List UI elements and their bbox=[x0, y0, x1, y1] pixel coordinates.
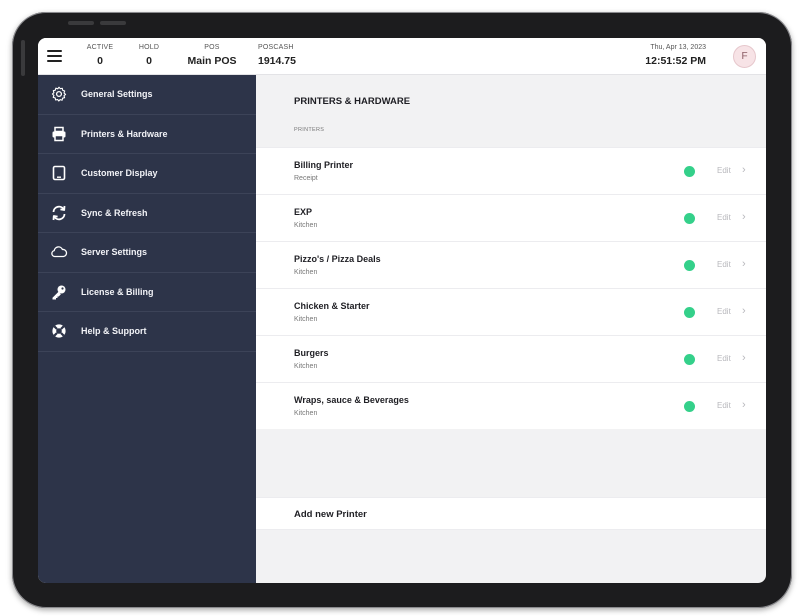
sidebar-item-help-support[interactable]: Help & Support bbox=[38, 312, 256, 352]
device-button bbox=[21, 40, 25, 76]
printer-row[interactable]: Billing Printer Receipt Edit › bbox=[256, 147, 766, 194]
printer-name: Chicken & Starter bbox=[294, 301, 370, 311]
sidebar-item-label: General Settings bbox=[81, 89, 153, 100]
stat-label: ACTIVE bbox=[86, 44, 114, 51]
main-content: PRINTERS & HARDWARE PRINTERS Billing Pri… bbox=[256, 75, 766, 583]
sidebar-item-label: Printers & Hardware bbox=[81, 128, 168, 139]
printer-name: Wraps, sauce & Beverages bbox=[294, 395, 409, 405]
sidebar-item-label: Help & Support bbox=[81, 326, 147, 337]
printer-name: Billing Printer bbox=[294, 160, 354, 170]
sidebar-item-customer-display[interactable]: Customer Display bbox=[38, 154, 256, 194]
printer-row[interactable]: Wraps, sauce & Beverages Kitchen Edit › bbox=[256, 382, 766, 429]
printer-name: EXP bbox=[294, 207, 313, 217]
datetime: Thu, Apr 13, 2023 12:51:52 PM bbox=[645, 44, 706, 67]
status-indicator bbox=[684, 307, 695, 318]
status-indicator bbox=[684, 401, 695, 412]
chevron-right-icon: › bbox=[742, 305, 746, 317]
status-indicator bbox=[684, 260, 695, 271]
add-printer-button[interactable]: Add new Printer bbox=[256, 497, 766, 530]
time-text: 12:51:52 PM bbox=[645, 55, 706, 67]
status-indicator bbox=[684, 354, 695, 365]
stat-label: HOLD bbox=[138, 44, 160, 51]
sidebar-item-license-billing[interactable]: License & Billing bbox=[38, 273, 256, 312]
gear-icon bbox=[50, 85, 68, 103]
sidebar-item-server-settings[interactable]: Server Settings bbox=[38, 233, 256, 273]
device-button bbox=[68, 21, 94, 25]
sidebar-item-label: Server Settings bbox=[81, 247, 148, 258]
stat-value: 0 bbox=[97, 55, 103, 67]
printer-row[interactable]: Chicken & Starter Kitchen Edit › bbox=[256, 288, 766, 335]
stat-pos: POS Main POS bbox=[182, 44, 242, 67]
sidebar-item-label: Sync & Refresh bbox=[81, 207, 148, 218]
chevron-right-icon: › bbox=[742, 211, 746, 223]
section-subtitle: PRINTERS bbox=[294, 127, 325, 133]
printer-type: Kitchen bbox=[294, 363, 318, 370]
edit-button[interactable]: Edit bbox=[717, 166, 731, 175]
avatar[interactable]: F bbox=[733, 45, 756, 68]
stat-label: POSCASH bbox=[258, 44, 294, 51]
edit-button[interactable]: Edit bbox=[717, 307, 731, 316]
printer-name: Pizzo's / Pizza Deals bbox=[294, 254, 381, 264]
chevron-right-icon: › bbox=[742, 352, 746, 364]
sync-icon bbox=[50, 204, 68, 222]
stat-poscash: POSCASH 1914.75 bbox=[258, 44, 318, 67]
printer-type: Kitchen bbox=[294, 269, 318, 276]
stat-label: POS bbox=[204, 44, 220, 51]
edit-button[interactable]: Edit bbox=[717, 213, 731, 222]
stat-value: 0 bbox=[146, 55, 152, 67]
printer-type: Kitchen bbox=[294, 222, 318, 229]
app-screen: ACTIVE 0 HOLD 0 POS Main POS POSCASH 191… bbox=[38, 38, 766, 583]
date-text: Thu, Apr 13, 2023 bbox=[650, 44, 706, 51]
printer-row[interactable]: Pizzo's / Pizza Deals Kitchen Edit › bbox=[256, 241, 766, 288]
edit-button[interactable]: Edit bbox=[717, 260, 731, 269]
printer-type: Receipt bbox=[294, 175, 318, 182]
stat-active: ACTIVE 0 bbox=[86, 44, 114, 67]
printer-icon bbox=[50, 125, 68, 143]
add-printer-label: Add new Printer bbox=[294, 509, 367, 520]
sidebar-item-printers-hardware[interactable]: Printers & Hardware bbox=[38, 115, 256, 154]
cloud-icon bbox=[50, 243, 68, 261]
chevron-right-icon: › bbox=[742, 164, 746, 176]
sidebar-item-sync-refresh[interactable]: Sync & Refresh bbox=[38, 194, 256, 233]
edit-button[interactable]: Edit bbox=[717, 401, 731, 410]
status-indicator bbox=[684, 213, 695, 224]
page-title: PRINTERS & HARDWARE bbox=[294, 96, 411, 107]
printer-row[interactable]: Burgers Kitchen Edit › bbox=[256, 335, 766, 382]
stat-value: Main POS bbox=[187, 55, 237, 67]
printer-type: Kitchen bbox=[294, 410, 318, 417]
stat-hold: HOLD 0 bbox=[135, 44, 163, 67]
chevron-right-icon: › bbox=[742, 258, 746, 270]
stat-value: 1914.75 bbox=[258, 55, 296, 67]
printer-name: Burgers bbox=[294, 348, 329, 358]
key-icon bbox=[50, 283, 68, 301]
top-bar: ACTIVE 0 HOLD 0 POS Main POS POSCASH 191… bbox=[38, 38, 766, 75]
sidebar-item-general-settings[interactable]: General Settings bbox=[38, 75, 256, 115]
chevron-right-icon: › bbox=[742, 399, 746, 411]
sidebar: General Settings Printers & Hardware Cus… bbox=[38, 75, 256, 583]
status-indicator bbox=[684, 166, 695, 177]
sidebar-item-label: Customer Display bbox=[81, 168, 158, 179]
tablet-icon bbox=[50, 164, 68, 182]
device-button bbox=[100, 21, 126, 25]
printer-list: Billing Printer Receipt Edit › EXP Kitch… bbox=[256, 147, 766, 429]
sidebar-item-label: License & Billing bbox=[81, 286, 154, 297]
edit-button[interactable]: Edit bbox=[717, 354, 731, 363]
printer-type: Kitchen bbox=[294, 316, 318, 323]
printer-row[interactable]: EXP Kitchen Edit › bbox=[256, 194, 766, 241]
hamburger-menu-icon[interactable] bbox=[47, 50, 62, 62]
lifebuoy-icon bbox=[50, 322, 68, 340]
